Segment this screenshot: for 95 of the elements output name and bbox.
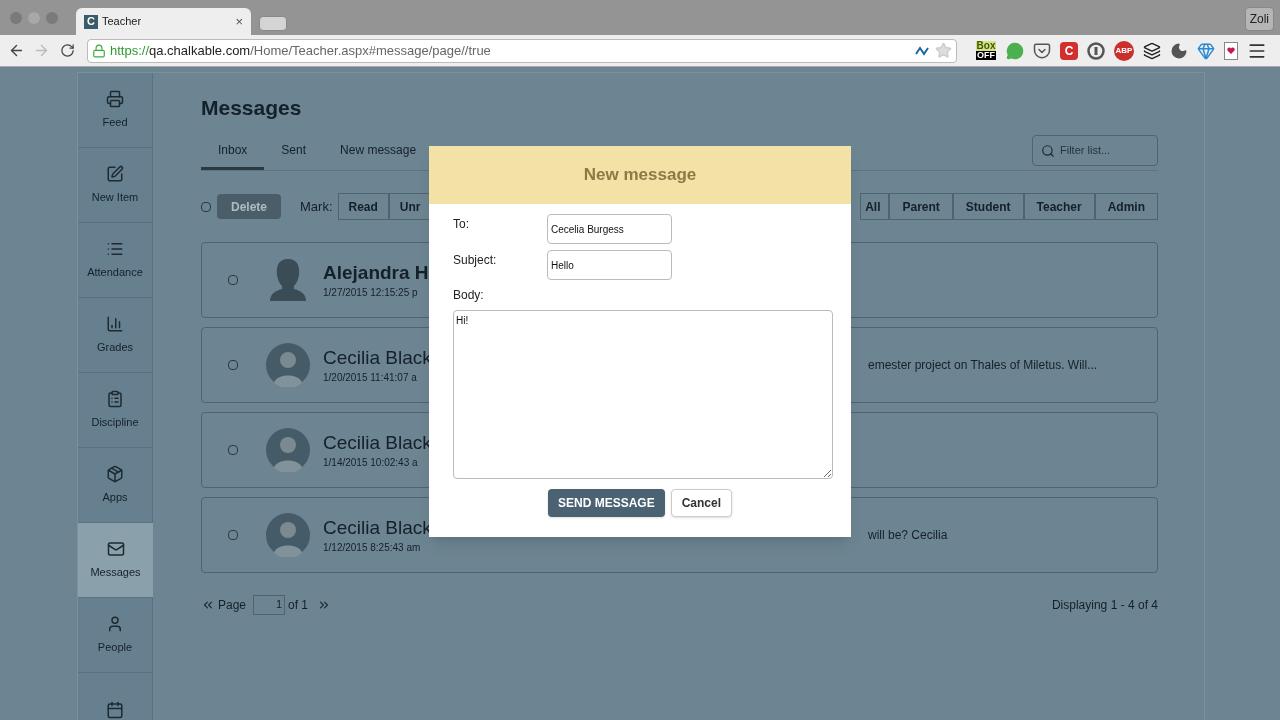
message-date: 1/20/2015 11:41:07 a [323, 370, 418, 385]
lock-icon [92, 43, 106, 58]
new-tab-button[interactable] [259, 16, 287, 31]
page-title: Messages [201, 95, 303, 121]
to-field[interactable]: Cecelia Burgess [547, 214, 672, 244]
bookmark-star-icon[interactable] [935, 42, 952, 59]
sidebar-item[interactable]: Feed [78, 73, 153, 148]
role-filter-button[interactable]: All [860, 193, 890, 220]
sidebar-item[interactable]: People [78, 598, 153, 673]
sender-name: Cecilia Black [323, 430, 433, 455]
tab-close-button[interactable]: × [235, 11, 243, 32]
role-filter-button[interactable]: Parent [889, 193, 953, 220]
gem-icon[interactable] [1197, 41, 1215, 60]
envelope-icon [106, 539, 125, 558]
signal-icon [915, 44, 931, 57]
calendar-icon [106, 701, 124, 719]
mark-button[interactable]: Read [337, 193, 389, 220]
search-icon [1041, 143, 1055, 158]
select-all-checkbox[interactable] [201, 201, 211, 212]
display-summary: Displaying 1 - 4 of 4 [1051, 597, 1158, 614]
extension-label: Box [975, 41, 997, 51]
extension-icon[interactable]: Box OFF [975, 41, 997, 60]
package-icon [106, 464, 124, 483]
circle-bar-icon[interactable] [1087, 41, 1105, 60]
sidebar-label: Apps [102, 489, 128, 505]
back-icon[interactable] [8, 42, 25, 59]
first-page-icon[interactable] [201, 598, 215, 612]
avatar [266, 513, 310, 557]
sidebar-item[interactable]: New Item [78, 148, 153, 223]
printer-icon [106, 89, 124, 108]
page-label: Page [218, 597, 247, 614]
dialog-title: New message [583, 164, 697, 187]
mark-label: Mark: [300, 197, 333, 216]
role-filter-button[interactable]: Admin [1094, 193, 1158, 220]
row-checkbox[interactable] [228, 445, 238, 455]
site-logo: C [84, 14, 98, 29]
page-count: of 1 [288, 597, 309, 614]
message-date: 1/14/2015 10:02:43 a [323, 455, 419, 470]
filter-input[interactable]: Filter list... [1060, 142, 1140, 159]
sidebar-item[interactable]: Attendance [78, 223, 153, 298]
tab[interactable]: Sent [264, 141, 324, 170]
tab[interactable]: New message [323, 141, 434, 170]
adblock-icon[interactable]: ABP [1114, 40, 1134, 61]
message-date: 1/12/2015 8:25:43 am [323, 540, 422, 555]
sender-name: Cecilia Black [323, 345, 433, 370]
message-date: 1/27/2015 12:15:25 p [323, 285, 419, 300]
browser-tab[interactable]: C Teacher × [76, 8, 251, 35]
sidebar-item[interactable]: Apps [78, 448, 153, 523]
tab[interactable]: Inbox [201, 141, 265, 170]
role-filter-button[interactable]: Teacher [1023, 193, 1095, 220]
extension-icon[interactable]: C [1060, 41, 1078, 60]
row-checkbox[interactable] [228, 530, 238, 540]
filter-field[interactable]: Filter list... [1032, 135, 1158, 166]
sidebar-label: Attendance [87, 264, 143, 280]
speech-bubble-icon[interactable] [1006, 41, 1024, 60]
row-checkbox[interactable] [228, 360, 238, 370]
send-message-button[interactable]: SEND MESSAGE [547, 489, 665, 517]
reload-icon[interactable] [60, 43, 75, 58]
sidebar-item[interactable]: Discipline [78, 373, 153, 448]
avatar [266, 343, 310, 387]
sidebar-label: Messages [90, 564, 141, 580]
tab-title: Teacher [102, 14, 143, 30]
sidebar-item[interactable]: Messages [78, 523, 153, 598]
bar-chart-icon [106, 314, 124, 333]
message-preview: will be? Cecilia [868, 527, 948, 544]
avatar [266, 428, 310, 472]
url-text: https://qa.chalkable.com/Home/Teacher.aspx#message/page//true [110, 41, 492, 60]
row-checkbox[interactable] [228, 275, 238, 285]
delete-button[interactable]: Delete [217, 194, 281, 219]
role-filter-button[interactable]: Student [952, 193, 1024, 220]
field-label: Subject: [453, 252, 498, 269]
clipboard-icon [106, 389, 124, 408]
sidebar-label: Discipline [91, 414, 139, 430]
person-icon [106, 614, 124, 633]
sidebar-label: Feed [102, 114, 128, 130]
pencil-square-icon [106, 164, 124, 183]
layers-icon[interactable] [1143, 41, 1161, 60]
extension-label: OFF [976, 51, 996, 60]
sidebar-item[interactable]: Grades [78, 298, 153, 373]
sender-name: Alejandra H [323, 260, 430, 285]
pocket-icon[interactable] [1033, 41, 1051, 60]
sidebar-label: Grades [96, 339, 134, 355]
cancel-button[interactable]: Cancel [670, 489, 732, 517]
message-preview: emester project on Thales of Miletus. Will... [868, 357, 1098, 374]
body-field[interactable]: Hi! [453, 310, 833, 479]
moon-icon[interactable] [1170, 41, 1188, 60]
field-label: To: [453, 216, 470, 233]
sidebar-label: People [97, 639, 133, 655]
sidebar-label: New Item [91, 189, 139, 205]
subject-field[interactable]: Hello [547, 250, 672, 280]
profile-button[interactable]: Zoli [1244, 7, 1274, 31]
sender-name: Cecilia Black [323, 515, 433, 540]
field-label: Body: [453, 287, 485, 304]
page-number-field[interactable]: 1 [253, 595, 286, 615]
address-bar[interactable]: https://qa.chalkable.com/Home/Teacher.aspx#message/page//true [87, 38, 957, 63]
